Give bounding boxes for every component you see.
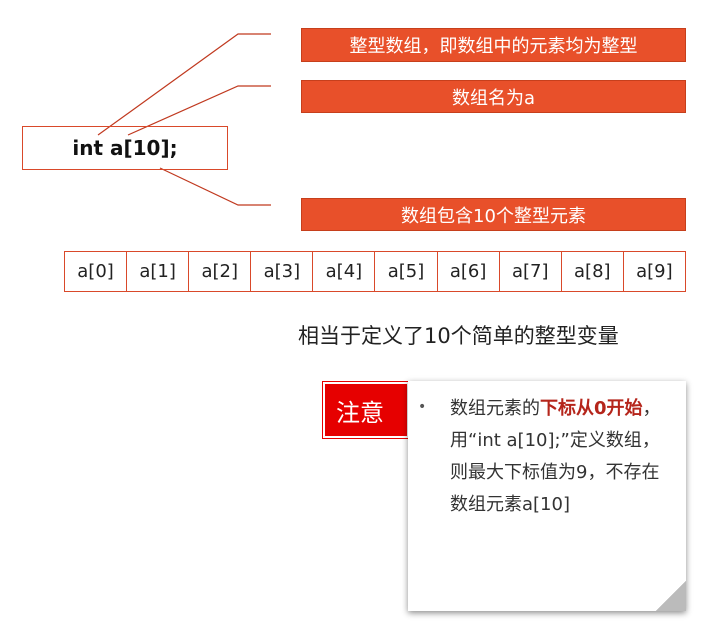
array-cell: a[0] (64, 251, 127, 292)
callout-array-size: 数组包含10个整型元素 (301, 198, 686, 231)
declaration-box: int a[10]; (22, 126, 228, 170)
callout-element-type-label: 整型数组，即数组中的元素均为整型 (349, 36, 638, 57)
equivalence-text: 相当于定义了10个简单的整型变量 (298, 324, 619, 348)
array-cell: a[8] (560, 251, 623, 292)
note-text-part1: 数组元素的 (450, 398, 540, 419)
array-cell: a[6] (436, 251, 499, 292)
callout-array-name-label: 数组名为a (451, 87, 536, 109)
array-cell: a[5] (374, 251, 437, 292)
callout-array-size-label: 数组包含10个整型元素 (401, 205, 586, 227)
array-cell: a[4] (312, 251, 375, 292)
bullet-icon: • (418, 399, 427, 415)
array-cell: a[7] (498, 251, 561, 292)
array-cells-row: a[0] a[1] a[2] a[3] a[4] a[5] a[6] a[7] … (64, 251, 686, 292)
array-cell: a[9] (622, 251, 686, 292)
note-text-highlight: 下标从0开始 (540, 398, 643, 419)
note-text: 数组元素的下标从0开始，用“int a[10];”定义数组，则最大下标值为9，不… (450, 393, 676, 521)
note-tag-label: 注意 (336, 398, 384, 427)
array-cell: a[1] (126, 251, 189, 292)
page-curl-icon (656, 581, 686, 611)
declaration-text: int a[10]; (72, 136, 178, 160)
callout-array-name: 数组名为a (301, 80, 686, 113)
array-cell: a[2] (188, 251, 251, 292)
array-cell: a[3] (250, 251, 313, 292)
callout-element-type: 整型数组，即数组中的元素均为整型 (301, 28, 686, 62)
note-tag: 注意 (323, 382, 409, 438)
note-card: • 数组元素的下标从0开始，用“int a[10];”定义数组，则最大下标值为9… (408, 381, 686, 611)
